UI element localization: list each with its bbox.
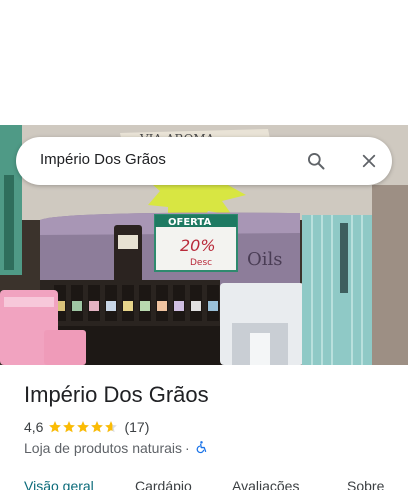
review-count[interactable]: (17): [124, 419, 149, 435]
tab-reviews[interactable]: Avaliações: [232, 478, 299, 490]
search-bar[interactable]: Império Dos Grãos: [16, 137, 392, 185]
sign-discount-text: 20%: [180, 236, 216, 255]
star-icon: [105, 421, 118, 433]
search-input[interactable]: Império Dos Grãos: [40, 151, 166, 168]
sign-discount-suffix: Desc: [190, 258, 212, 268]
place-tabs: Visão geral Cardápio Avaliações Sobre: [0, 472, 408, 490]
tab-overview[interactable]: Visão geral: [24, 478, 94, 490]
search-icon[interactable]: [304, 149, 328, 173]
tab-menu[interactable]: Cardápio: [135, 478, 192, 490]
tab-about[interactable]: Sobre: [347, 478, 384, 490]
separator-dot: ·: [185, 440, 190, 456]
sign-oils-text: Oils: [247, 249, 283, 270]
map-area: [0, 0, 408, 125]
star-icon: [63, 421, 76, 433]
rating-value: 4,6: [24, 419, 44, 435]
category-row: Loja de produtos naturais ·: [24, 439, 208, 457]
place-title: Império Dos Grãos: [24, 382, 209, 407]
close-icon[interactable]: [357, 149, 381, 173]
star-icon: [49, 421, 62, 433]
place-category: Loja de produtos naturais: [24, 440, 182, 456]
sign-offer-text: OFERTA: [168, 217, 211, 228]
rating-row[interactable]: 4,6 (17): [24, 418, 149, 436]
star-rating: [48, 420, 118, 434]
wheelchair-icon[interactable]: [195, 440, 208, 457]
star-icon: [91, 421, 104, 433]
star-icon: [77, 421, 90, 433]
